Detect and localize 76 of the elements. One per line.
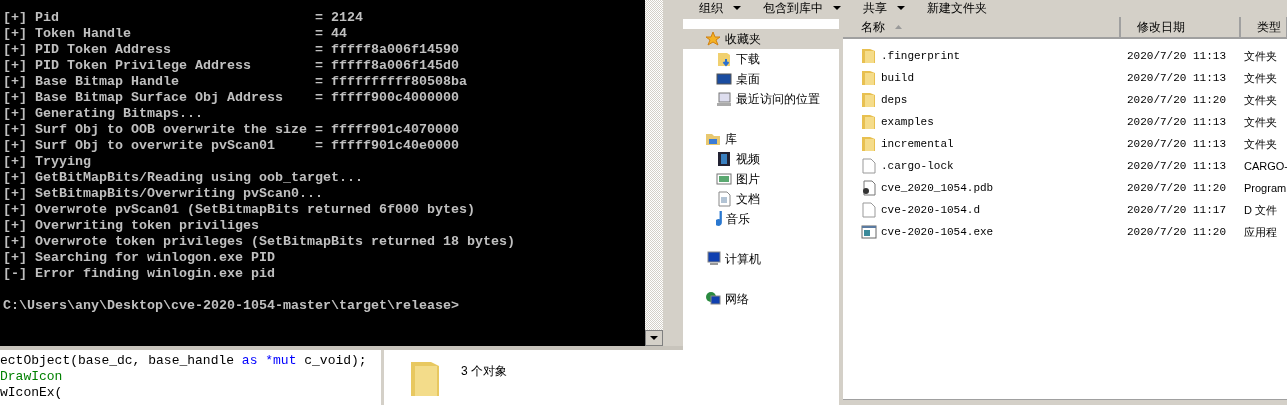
star-icon: [705, 31, 721, 47]
file-name: incremental: [881, 136, 954, 152]
file-type: CARGO-: [1243, 158, 1287, 174]
file-icon: [861, 158, 877, 174]
folder-icon: [861, 70, 877, 86]
column-header[interactable]: 类型: [1241, 17, 1287, 39]
film-icon: [716, 151, 732, 167]
toolbar-button[interactable]: 新建文件夹: [927, 2, 987, 14]
file-row[interactable]: deps 2020/7/20 11:20 文件夹: [843, 89, 1287, 111]
folder-icon: [861, 136, 877, 152]
picture-icon: [716, 171, 732, 187]
nav-item[interactable]: 收藏夹: [683, 29, 839, 49]
file-type: 文件夹: [1243, 114, 1278, 130]
column-header[interactable]: 名称: [843, 17, 1121, 39]
file-row[interactable]: examples 2020/7/20 11:13 文件夹: [843, 111, 1287, 133]
monitor-icon: [716, 71, 732, 87]
modified-date: 2020/7/20 11:13: [1126, 114, 1228, 130]
document-icon: [716, 191, 732, 207]
sort-arrow-icon: [895, 25, 902, 29]
toolbar-button[interactable]: 包含到库中: [763, 2, 841, 14]
modified-date: 2020/7/20 11:20: [1126, 224, 1228, 240]
network-icon: [705, 291, 721, 307]
column-header[interactable]: 修改日期: [1121, 17, 1241, 39]
file-name: .fingerprint: [881, 48, 961, 64]
file-type: 文件夹: [1243, 48, 1278, 64]
folder-icon: [861, 114, 877, 130]
modified-date: 2020/7/20 11:13: [1126, 136, 1228, 152]
modified-date: 2020/7/20 11:13: [1126, 70, 1228, 86]
modified-date: 2020/7/20 11:17: [1126, 202, 1228, 218]
music-note-icon: [716, 211, 722, 227]
item-count: 3 个对象: [461, 363, 507, 380]
file-type: D 文件: [1243, 202, 1278, 218]
folder-icon: [716, 51, 732, 67]
file-type: 应用程: [1243, 224, 1278, 240]
file-name: deps: [881, 92, 908, 108]
file-type: 文件夹: [1243, 70, 1278, 86]
code-line: DrawIcon: [0, 369, 64, 385]
folder-icon: [861, 48, 877, 64]
application-window-icon: [861, 224, 877, 240]
file-name: .cargo-lock: [881, 158, 954, 174]
file-row[interactable]: cve_2020_1054.pdb 2020/7/20 11:20 Program: [843, 177, 1287, 199]
modified-date: 2020/7/20 11:13: [1126, 158, 1228, 174]
horizontal-scrollbar[interactable]: [843, 399, 1287, 405]
scrollbar[interactable]: [645, 0, 663, 346]
modified-date: 2020/7/20 11:13: [1126, 48, 1228, 64]
file-name: cve-2020-1054.exe: [881, 224, 994, 240]
file-row[interactable]: incremental 2020/7/20 11:13 文件夹: [843, 133, 1287, 155]
down-arrow-icon: [650, 336, 658, 340]
file-row[interactable]: build 2020/7/20 11:13 文件夹: [843, 67, 1287, 89]
file-row[interactable]: cve-2020-1054.exe 2020/7/20 11:20 应用程: [843, 221, 1287, 243]
file-name: examples: [881, 114, 934, 130]
file-type: Program: [1243, 180, 1287, 196]
file-name: cve_2020_1054.pdb: [881, 180, 994, 196]
folder-icon: [861, 92, 877, 108]
scroll-down-button[interactable]: [645, 330, 663, 346]
file-name: cve-2020-1054.d: [881, 202, 981, 218]
code-line: ectObject(base_dc, base_handle as *mut c_void);: [0, 353, 368, 369]
caret-icon: [733, 6, 741, 10]
toolbar-button[interactable]: 组织: [699, 2, 741, 14]
caret-icon: [833, 6, 841, 10]
toolbar-button[interactable]: 共享: [863, 2, 905, 14]
modified-date: 2020/7/20 11:20: [1126, 180, 1228, 196]
file-icon: [861, 202, 877, 218]
code-line: wIconEx(: [0, 385, 64, 401]
computer-icon: [705, 251, 721, 267]
computer-icon: [716, 91, 732, 107]
caret-icon: [897, 6, 905, 10]
file-row[interactable]: .cargo-lock 2020/7/20 11:13 CARGO-: [843, 155, 1287, 177]
modified-date: 2020/7/20 11:20: [1126, 92, 1228, 108]
file-row[interactable]: cve-2020-1054.d 2020/7/20 11:17 D 文件: [843, 199, 1287, 221]
file-row[interactable]: .fingerprint 2020/7/20 11:13 文件夹: [843, 45, 1287, 67]
file-icon: [861, 180, 877, 196]
file-type: 文件夹: [1243, 92, 1278, 108]
folder-icon: [705, 131, 721, 147]
file-type: 文件夹: [1243, 136, 1278, 152]
file-name: build: [881, 70, 914, 86]
